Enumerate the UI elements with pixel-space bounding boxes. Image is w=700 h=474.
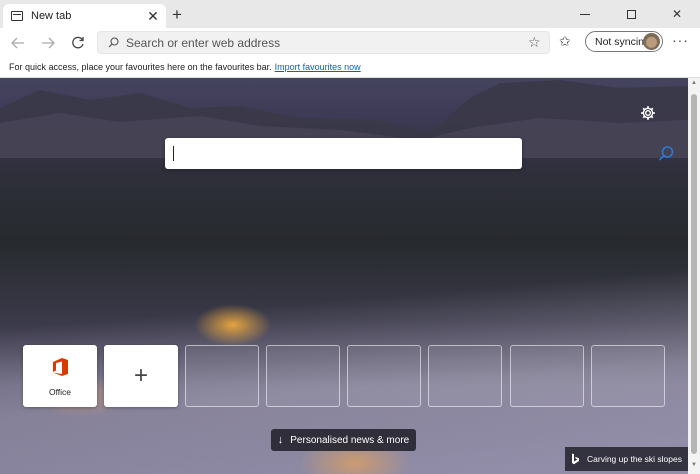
browser-toolbar: ☆ ✩ Not syncing ··· [0, 28, 700, 57]
refresh-button[interactable] [67, 32, 89, 54]
profile-button[interactable]: Not syncing [585, 31, 663, 52]
new-tab-button[interactable]: + [168, 5, 186, 25]
arrow-down-icon: ↓ [277, 434, 284, 446]
maximize-button[interactable] [608, 0, 654, 28]
add-favourite-icon[interactable]: ☆ [528, 34, 541, 51]
personalised-news-button[interactable]: ↓ Personalised news & more [271, 429, 416, 451]
quick-link-placeholder [510, 345, 584, 407]
avatar [643, 33, 660, 50]
back-button[interactable] [7, 32, 29, 54]
quick-link-placeholder [428, 345, 502, 407]
tab-title: New tab [31, 10, 72, 22]
new-tab-page-background: Office + ↓ Personalised news & more Carv… [0, 78, 688, 474]
bing-logo-icon [572, 453, 579, 465]
close-icon: ✕ [671, 7, 683, 21]
minimize-button[interactable] [562, 0, 608, 28]
close-window-button[interactable]: ✕ [654, 0, 700, 28]
page-scrollbar[interactable]: ▲ ▼ [688, 78, 700, 474]
add-quick-link-button[interactable]: + [104, 345, 178, 407]
search-icon [108, 37, 119, 48]
quick-link-placeholder [266, 345, 340, 407]
quick-link-placeholder [347, 345, 421, 407]
back-arrow-icon [11, 37, 24, 49]
refresh-icon [72, 36, 84, 49]
new-tab-page-icon [11, 11, 23, 21]
text-cursor [173, 146, 174, 161]
minimize-icon [580, 13, 590, 15]
web-search-input[interactable] [173, 144, 473, 163]
maximize-icon [626, 9, 636, 19]
scroll-down-arrow-icon[interactable]: ▼ [690, 462, 698, 470]
tab-strip: New tab ✕ + ✕ [0, 0, 700, 28]
profile-sync-status: Not syncing [595, 35, 650, 48]
scrollbar-thumb[interactable] [691, 94, 697, 454]
gear-icon [641, 106, 655, 120]
favourites-bar-hint: For quick access, place your favourites … [9, 62, 272, 72]
page-settings-gear-icon[interactable] [639, 105, 657, 123]
quick-link-label: Office [48, 387, 72, 397]
plus-icon: + [133, 362, 148, 389]
forward-arrow-icon [42, 37, 55, 49]
settings-more-icon[interactable]: ··· [672, 32, 689, 48]
caption-text: Carving up the ski slopes [587, 454, 682, 464]
import-favourites-link[interactable]: Import favourites now [275, 62, 361, 72]
quick-link-office[interactable]: Office [23, 345, 97, 407]
favourites-icon[interactable]: ✩ [559, 33, 571, 50]
news-button-label: Personalised news & more [290, 434, 410, 446]
quick-link-placeholder [591, 345, 665, 407]
forward-button[interactable] [37, 32, 59, 54]
office-icon [53, 358, 68, 376]
address-bar[interactable]: ☆ [97, 31, 550, 54]
close-tab-icon[interactable]: ✕ [144, 7, 162, 25]
background-image-caption[interactable]: Carving up the ski slopes [565, 447, 688, 471]
quick-link-placeholder [185, 345, 259, 407]
favourites-bar: For quick access, place your favourites … [0, 57, 700, 78]
scroll-up-arrow-icon[interactable]: ▲ [690, 80, 698, 88]
web-search-box[interactable] [165, 138, 674, 169]
tab-new-tab[interactable]: New tab ✕ [3, 4, 166, 28]
search-icon[interactable] [656, 144, 676, 164]
address-input[interactable] [126, 35, 516, 51]
